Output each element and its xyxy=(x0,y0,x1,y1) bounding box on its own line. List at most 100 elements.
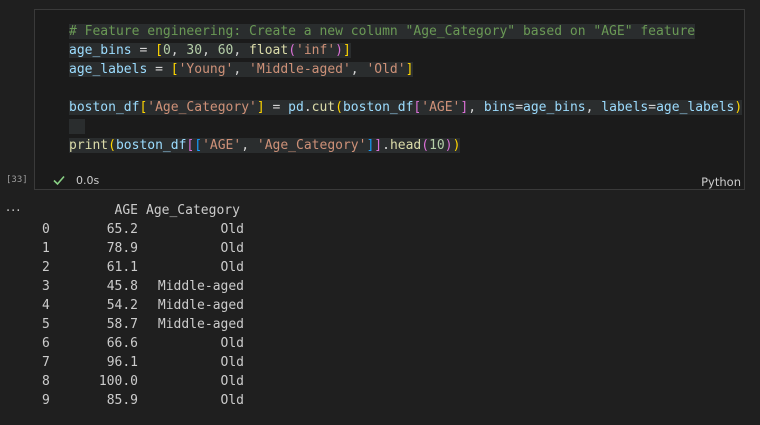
code-token: bins xyxy=(483,100,516,115)
output-row: 1 78.9 Old xyxy=(34,239,244,258)
row-age: 54.2 xyxy=(106,298,138,313)
code-token: age_bins xyxy=(69,43,132,58)
row-age-category: Old xyxy=(220,222,244,237)
code-token: boston_df xyxy=(342,100,414,115)
code-token: age_labels xyxy=(69,62,148,77)
output-row: 4 54.2 Middle-aged xyxy=(34,296,244,315)
execution-time: 0.0s xyxy=(76,173,100,187)
code-token: 'Old' xyxy=(366,62,406,77)
output-row: 0 65.2 Old xyxy=(34,220,244,239)
row-age-category: Old xyxy=(220,336,244,351)
row-age: 61.1 xyxy=(106,260,138,275)
code-token: , xyxy=(350,62,367,77)
code-token: = xyxy=(515,100,524,115)
code-token: print xyxy=(69,138,109,153)
header-index xyxy=(34,201,74,220)
code-editor[interactable]: # Feature engineering: Create a new colu… xyxy=(69,22,743,155)
code-token: ( xyxy=(288,43,297,58)
row-age-category: Old xyxy=(220,241,244,256)
code-line[interactable]: boston_df['Age_Category'] = pd.cut(bosto… xyxy=(69,98,743,117)
code-token: [ xyxy=(194,138,203,153)
output-row: 2 61.1 Old xyxy=(34,258,244,277)
row-index: 7 xyxy=(42,355,50,370)
code-token xyxy=(69,119,85,134)
code-token: ] xyxy=(342,43,351,58)
code-token: , xyxy=(585,100,602,115)
output-row: 6 66.6 Old xyxy=(34,334,244,353)
code-token: ( xyxy=(335,100,343,115)
row-age: 66.6 xyxy=(106,336,138,351)
code-token: age_bins xyxy=(523,100,586,115)
code-token: 'AGE' xyxy=(202,138,242,153)
code-token: boston_df xyxy=(69,100,140,115)
row-age-category: Old xyxy=(220,374,244,389)
row-age-category: Middle-aged xyxy=(157,298,244,313)
code-token: , xyxy=(233,62,250,77)
code-token: , xyxy=(202,43,218,58)
code-token: ) xyxy=(452,138,461,153)
code-token: 'AGE' xyxy=(421,100,461,115)
row-age: 58.7 xyxy=(106,317,138,332)
header-age: AGE xyxy=(114,203,138,218)
output-row: 5 58.7 Middle-aged xyxy=(34,315,244,334)
cell-output: AGE Age_Category 0 65.2 Old 1 78.9 Old 2 61.1 Ol… xyxy=(34,201,244,410)
code-token: 'Age_Category' xyxy=(256,138,367,153)
row-age: 45.8 xyxy=(106,279,138,294)
code-token: head xyxy=(389,138,422,153)
code-token: , xyxy=(241,138,257,153)
row-index: 2 xyxy=(42,260,50,275)
code-token: = xyxy=(264,100,289,115)
code-token: 'Young' xyxy=(178,62,234,77)
execution-status: 0.0s xyxy=(52,173,99,187)
code-token: , xyxy=(233,43,250,58)
output-row: 8 100.0 Old xyxy=(34,372,244,391)
language-selector[interactable]: Python xyxy=(701,175,741,189)
code-token: age_labels xyxy=(656,100,735,115)
row-age-category: Old xyxy=(220,260,244,275)
output-row: 3 45.8 Middle-aged xyxy=(34,277,244,296)
row-age-category: Middle-aged xyxy=(157,317,244,332)
code-token: ] xyxy=(256,100,265,115)
code-token: # Feature engineering: Create a new colu… xyxy=(69,24,696,39)
code-token: ] xyxy=(374,138,383,153)
check-icon xyxy=(52,173,66,187)
row-index: 3 xyxy=(42,279,50,294)
code-line[interactable]: print(boston_df[['AGE', 'Age_Category']]… xyxy=(69,136,742,155)
code-token: , xyxy=(468,100,484,115)
code-token: ( xyxy=(108,138,116,153)
row-age-category: Old xyxy=(220,355,244,370)
code-token: float xyxy=(249,43,289,58)
code-token: = xyxy=(648,100,657,115)
code-line[interactable] xyxy=(69,79,742,98)
code-token: 10 xyxy=(429,138,445,153)
output-row: 7 96.1 Old xyxy=(34,353,244,372)
row-index: 1 xyxy=(42,241,50,256)
code-token: [ xyxy=(170,62,179,77)
code-token: pd xyxy=(288,100,304,115)
output-row: 9 85.9 Old xyxy=(34,391,244,410)
code-token: . xyxy=(382,138,390,153)
code-token: = xyxy=(147,62,171,77)
row-index: 5 xyxy=(42,317,50,332)
code-token: , xyxy=(170,43,187,58)
code-token: cut xyxy=(311,100,336,115)
output-header-row: AGE Age_Category xyxy=(34,201,244,220)
row-index: 6 xyxy=(42,336,50,351)
code-token: 'inf' xyxy=(296,43,336,58)
code-line[interactable]: age_labels = ['Young', 'Middle-aged', 'O… xyxy=(69,60,742,79)
row-age: 85.9 xyxy=(106,393,138,408)
code-token: ) xyxy=(444,138,453,153)
code-line[interactable] xyxy=(69,117,742,136)
code-token: boston_df xyxy=(115,138,187,153)
code-line[interactable]: age_bins = [0, 30, 60, float('inf')] xyxy=(69,41,742,60)
more-actions-icon[interactable]: ... xyxy=(6,200,21,215)
code-token: 'Age_Category' xyxy=(147,100,257,115)
code-token: ] xyxy=(405,62,414,77)
code-line[interactable]: # Feature engineering: Create a new colu… xyxy=(69,22,742,41)
code-token: . xyxy=(303,100,312,115)
code-cell[interactable]: # Feature engineering: Create a new colu… xyxy=(34,9,745,190)
row-age-category: Old xyxy=(220,393,244,408)
execution-count: [33] xyxy=(6,175,28,185)
code-token: = xyxy=(131,43,156,58)
row-index: 9 xyxy=(42,393,50,408)
